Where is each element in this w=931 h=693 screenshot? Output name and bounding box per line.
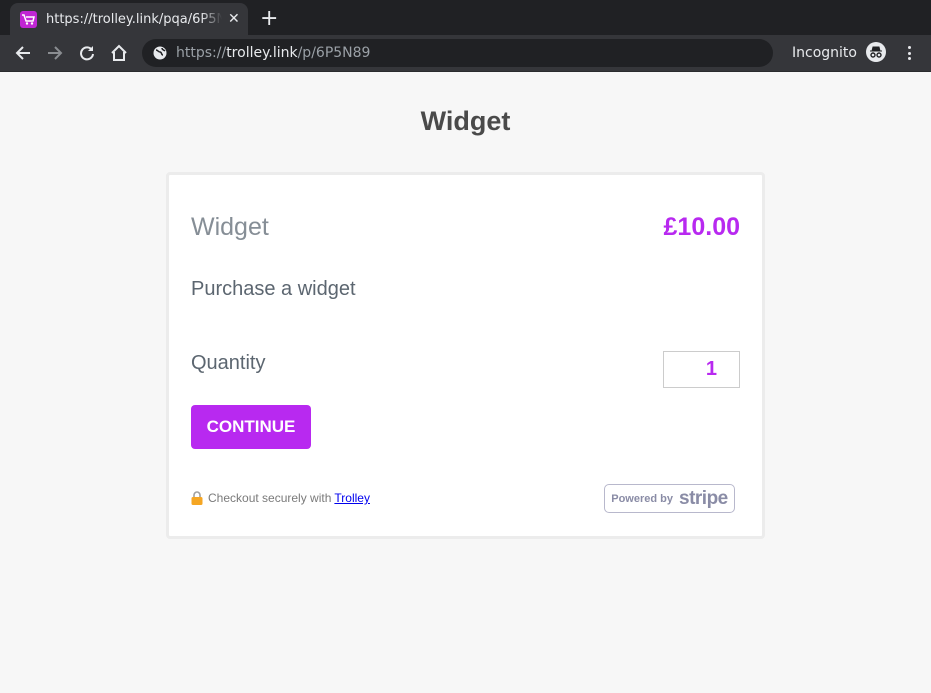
incognito-label: Incognito xyxy=(792,45,857,61)
browser-tab[interactable]: https://trolley.link/pqa/6P5N89 ✕ xyxy=(10,3,248,35)
url-text: https://trolley.link/p/6P5N89 xyxy=(176,45,371,61)
lock-icon xyxy=(191,491,203,505)
product-price: £10.00 xyxy=(663,213,740,241)
close-tab-icon[interactable]: ✕ xyxy=(228,11,240,27)
checkout-page: Widget Widget £10.00 Purchase a widget Q… xyxy=(0,73,931,693)
globe-icon xyxy=(153,46,167,60)
home-icon[interactable] xyxy=(108,42,130,64)
browser-tabstrip: https://trolley.link/pqa/6P5N89 ✕ + xyxy=(0,0,931,35)
back-icon[interactable] xyxy=(12,42,34,64)
browser-menu-icon[interactable] xyxy=(902,43,916,63)
product-name: Widget xyxy=(191,213,269,241)
powered-by-stripe-badge[interactable]: Powered by stripe xyxy=(604,484,735,513)
stripe-logo: stripe xyxy=(679,487,728,509)
secure-checkout-note: Checkout securely with Trolley xyxy=(191,491,370,505)
quantity-label: Quantity xyxy=(191,352,266,374)
trolley-link[interactable]: Trolley xyxy=(334,491,370,505)
trolley-favicon-icon xyxy=(20,10,37,28)
forward-icon[interactable] xyxy=(44,42,66,64)
tab-title: https://trolley.link/pqa/6P5N89 xyxy=(46,11,222,27)
continue-button[interactable]: CONTINUE xyxy=(191,405,311,449)
product-card: Widget £10.00 Purchase a widget Quantity… xyxy=(166,172,765,539)
powered-by-text: Powered by xyxy=(611,492,673,505)
reload-icon[interactable] xyxy=(76,42,98,64)
page-title: Widget xyxy=(420,106,511,136)
quantity-input[interactable] xyxy=(663,351,740,388)
new-tab-icon[interactable]: + xyxy=(260,6,278,31)
secure-text: Checkout securely with xyxy=(208,491,332,505)
incognito-icon[interactable] xyxy=(866,42,886,62)
product-description: Purchase a widget xyxy=(191,278,356,300)
browser-toolbar: https://trolley.link/p/6P5N89 Incognito xyxy=(0,35,931,72)
address-bar[interactable]: https://trolley.link/p/6P5N89 xyxy=(142,39,773,67)
